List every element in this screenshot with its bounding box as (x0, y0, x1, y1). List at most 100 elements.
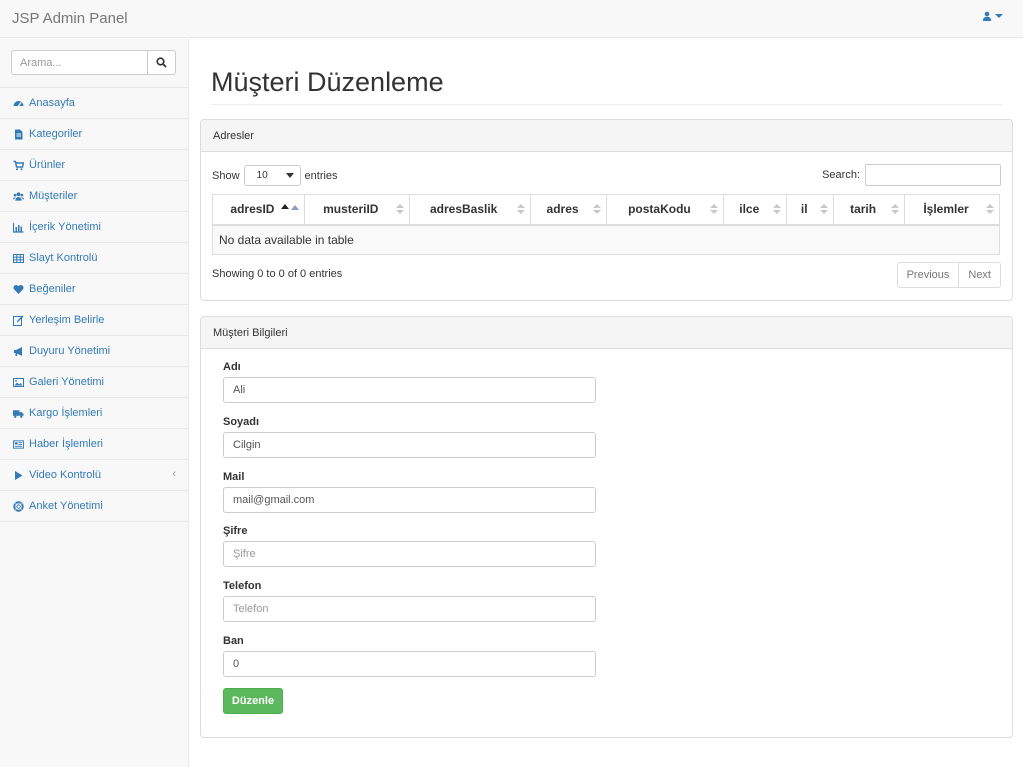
phone-label: Telefon (223, 580, 262, 592)
column-header-il[interactable]: il (786, 194, 835, 226)
page-length-control: Show 10 entries (212, 165, 338, 186)
life-ring-icon (13, 500, 24, 512)
sidebar-item-label: Duyuru Yönetimi (29, 345, 111, 357)
column-header-islemler[interactable]: İşlemler (904, 194, 1000, 226)
page-length-select[interactable]: 10 (243, 165, 301, 186)
show-label: Show (212, 169, 240, 182)
page-title: Müşteri Düzenleme (211, 67, 444, 97)
first-name-field[interactable] (223, 377, 596, 403)
sort-icon (516, 204, 525, 214)
chevron-down-icon (285, 173, 294, 178)
table-filter: Search: (822, 164, 1001, 186)
sidebar-menu: Anasayfa Kategoriler Ürünler Müşteriler … (0, 87, 188, 522)
sort-icon (593, 204, 602, 214)
search-button[interactable] (148, 50, 176, 75)
addresses-panel: Adresler Show 10 entries Search: adresID… (200, 119, 1013, 301)
column-header-label: tarih (850, 202, 877, 217)
sidebar-item-label: Video Kontrolü (29, 469, 101, 481)
newspaper-icon (13, 439, 24, 450)
title-divider (211, 104, 1002, 105)
user-icon (982, 11, 992, 21)
phone-field[interactable] (223, 596, 596, 622)
edit-submit-button[interactable]: Düzenle (223, 688, 283, 714)
sort-icon (820, 204, 829, 214)
column-header-label: ilce (739, 202, 760, 217)
panel-heading: Müşteri Bilgileri (201, 317, 1012, 349)
sidebar-item-kategoriler[interactable]: Kategoriler (0, 119, 188, 150)
sidebar-item-anket-yonetimi[interactable]: Anket Yönetimi (0, 491, 188, 522)
password-field[interactable] (223, 541, 596, 567)
sidebar-item-duyuru-yonetimi[interactable]: Duyuru Yönetimi (0, 336, 188, 367)
first-name-label: Adı (223, 361, 241, 373)
chevron-down-icon (995, 14, 1003, 18)
column-header-ilce[interactable]: ilce (723, 194, 788, 226)
sort-asc-icon (280, 204, 299, 210)
column-header-tarih[interactable]: tarih (833, 194, 906, 226)
customer-panel: Müşteri Bilgileri Adı Soyadı Mail Şifre … (200, 316, 1013, 738)
sidebar-item-galeri-yonetimi[interactable]: Galeri Yönetimi (0, 367, 188, 398)
brand-logo[interactable]: JSP Admin Panel (12, 10, 128, 27)
sidebar-item-haber-islemleri[interactable]: Haber İşlemleri (0, 429, 188, 460)
heart-icon (13, 284, 24, 295)
ban-label: Ban (223, 635, 244, 647)
column-header-label: adresBaslik (429, 202, 498, 217)
column-header-label: musteriID (323, 202, 379, 217)
dashboard-icon (13, 98, 24, 109)
top-navbar: JSP Admin Panel (0, 0, 1023, 38)
sidebar-item-label: Anket Yönetimi (29, 500, 103, 512)
table-info: Showing 0 to 0 of 0 entries (212, 268, 343, 280)
table-header-row: adresID musteriID adresBaslik adres post… (212, 194, 1000, 226)
cart-icon (13, 160, 24, 171)
sidebar-item-kargo-islemleri[interactable]: Kargo İşlemleri (0, 398, 188, 429)
sort-icon (710, 204, 719, 214)
next-page-button[interactable]: Next (959, 262, 1001, 288)
column-header-musteriID[interactable]: musteriID (303, 194, 410, 226)
bullhorn-icon (13, 346, 24, 357)
user-menu[interactable] (982, 11, 1003, 21)
column-header-adres[interactable]: adres (529, 194, 608, 226)
addresses-table: adresID musteriID adresBaslik adres post… (212, 194, 1000, 255)
column-header-label: adres (546, 202, 579, 217)
sidebar-item-label: Slayt Kontrolü (29, 252, 98, 264)
ban-field[interactable] (223, 651, 596, 677)
sidebar-item-begeniler[interactable]: Beğeniler (0, 274, 188, 305)
sidebar-item-label: Galeri Yönetimi (29, 376, 104, 388)
mail-label: Mail (223, 471, 245, 483)
sort-icon (986, 204, 994, 214)
column-header-adresBaslik[interactable]: adresBaslik (408, 194, 531, 226)
page-length-value: 10 (256, 170, 268, 181)
users-icon (13, 191, 24, 202)
sidebar-item-label: Anasayfa (29, 97, 75, 109)
column-header-adresID[interactable]: adresID (212, 194, 305, 226)
password-label: Şifre (223, 525, 248, 537)
sidebar-item-icerik-yonetimi[interactable]: İçerik Yönetimi (0, 212, 188, 243)
entries-label: entries (304, 169, 338, 182)
sidebar-item-label: İçerik Yönetimi (29, 221, 101, 233)
image-icon (13, 377, 24, 388)
sidebar-item-label: Kategoriler (29, 128, 83, 140)
sidebar-item-video-kontrolu[interactable]: Video Kontrolü ‹ (0, 460, 188, 491)
search-icon (156, 57, 167, 68)
sidebar-item-anasayfa[interactable]: Anasayfa (0, 88, 188, 119)
bar-chart-icon (13, 222, 24, 233)
sidebar-item-musteriler[interactable]: Müşteriler (0, 181, 188, 212)
empty-table-message: No data available in table (212, 224, 1000, 255)
sidebar-item-urunler[interactable]: Ürünler (0, 150, 188, 181)
table-search-input[interactable] (865, 164, 1001, 186)
sidebar-item-label: Kargo İşlemleri (29, 407, 103, 419)
last-name-field[interactable] (223, 432, 596, 458)
last-name-label: Soyadı (223, 416, 260, 428)
email-field[interactable] (223, 487, 596, 513)
search-input[interactable] (11, 50, 148, 75)
pagination: Previous Next (896, 262, 1001, 288)
panel-heading: Adresler (201, 120, 1012, 152)
sidebar-item-slayt-kontrolu[interactable]: Slayt Kontrolü (0, 243, 188, 274)
previous-page-button[interactable]: Previous (896, 262, 960, 288)
column-header-label: il (800, 202, 808, 217)
sidebar-item-yerlesim-belirle[interactable]: Yerleşim Belirle (0, 305, 188, 336)
column-header-label: postaKodu (628, 202, 691, 217)
column-header-label: adresID (230, 202, 275, 217)
column-header-label: İşlemler (923, 202, 969, 217)
sidebar-item-label: Ürünler (29, 159, 66, 171)
column-header-postaKodu[interactable]: postaKodu (606, 194, 725, 226)
